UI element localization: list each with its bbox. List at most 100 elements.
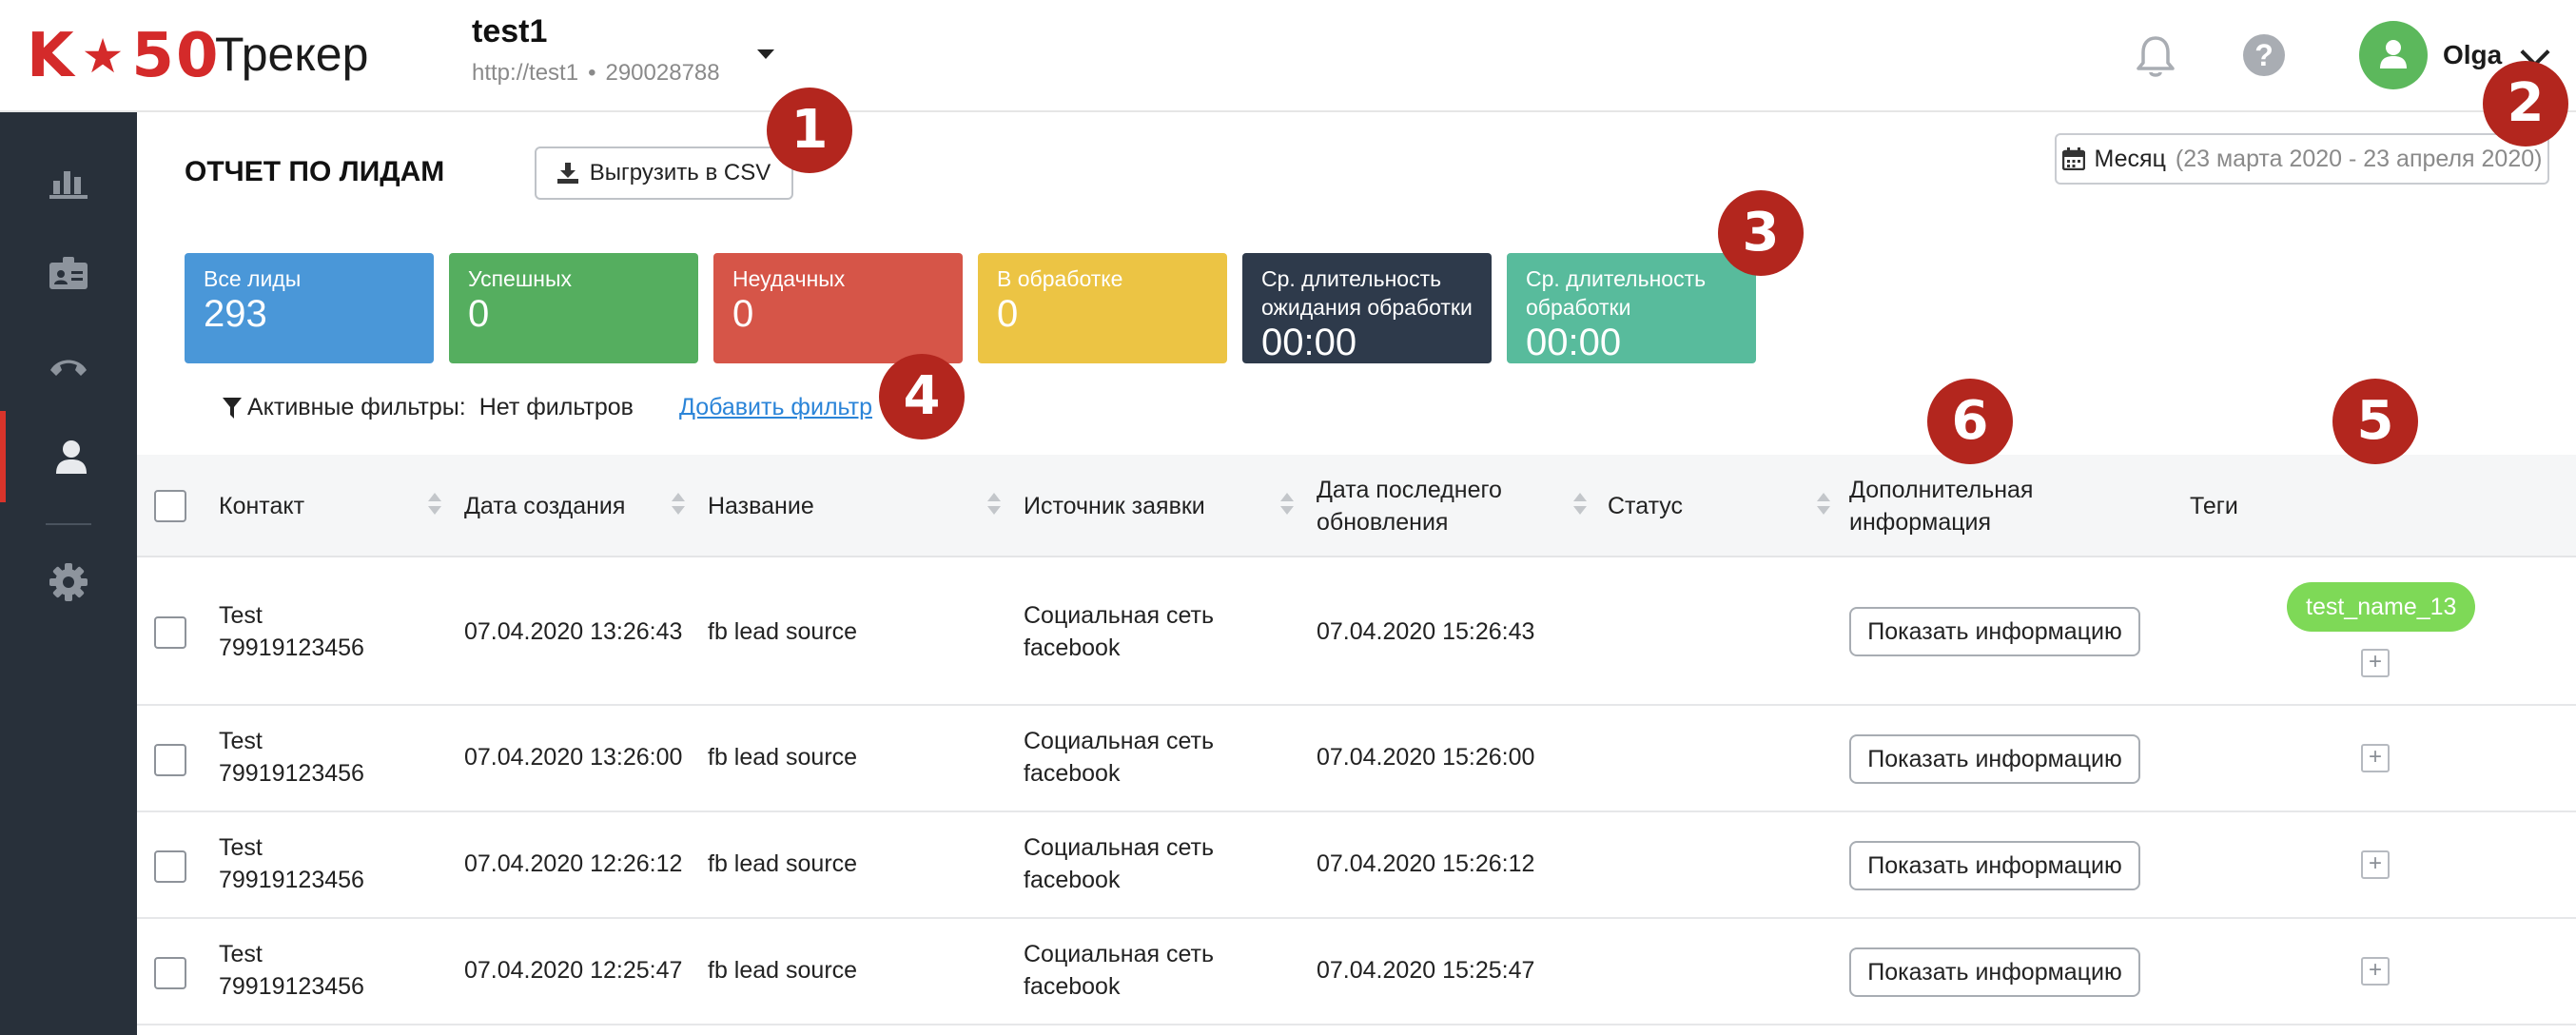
project-name: test1 [472, 13, 548, 49]
stat-card-failed[interactable]: Неудачных 0 [713, 253, 963, 363]
row-checkbox[interactable] [154, 850, 186, 883]
annotation-marker-6: 6 [1927, 379, 2013, 464]
top-bar: K ★ 50 Трекер test1 http://test1 • 2900287… [0, 0, 2576, 112]
help-icon[interactable]: ? [2243, 34, 2285, 76]
contact-name: Test [219, 834, 263, 861]
name-cell: fb lead source [708, 957, 858, 984]
contact-cell: Test 79919123456 [219, 725, 364, 790]
column-header-updated[interactable]: Дата последнего обновления [1317, 455, 1535, 557]
sidebar-item-calls[interactable] [0, 320, 137, 411]
show-info-button[interactable]: Показать информацию [1849, 607, 2140, 656]
contact-name: Test [219, 602, 263, 629]
export-csv-button[interactable]: Выгрузить в CSV [535, 146, 793, 200]
user-avatar-icon [2380, 40, 2407, 68]
contact-cell: Test 79919123456 [219, 938, 364, 1003]
table-row[interactable]: Test 79919123456 07.04.2020 12:25:47 fb … [137, 919, 2576, 1025]
sort-icon[interactable] [1280, 493, 1294, 519]
table-row[interactable]: Test 79919123456 07.04.2020 13:26:00 fb … [137, 706, 2576, 812]
user-icon [56, 440, 87, 474]
column-header-label: Источник заявки [1024, 493, 1205, 519]
contact-name: Test [219, 728, 263, 754]
contact-phone: 79919123456 [219, 973, 364, 1000]
stat-card-all-leads[interactable]: Все лиды 293 [185, 253, 434, 363]
add-filter-link[interactable]: Добавить фильтр [679, 394, 872, 421]
column-header-source[interactable]: Источник заявки [1024, 455, 1271, 557]
column-header-label: Дата последнего обновления [1317, 477, 1502, 536]
name-cell: fb lead source [708, 744, 858, 771]
contact-cell: Test 79919123456 [219, 599, 364, 664]
source-cell: Социальная сеть facebook [1024, 728, 1214, 787]
add-tag-button[interactable]: + [2361, 744, 2390, 772]
column-header-status[interactable]: Статус [1608, 455, 1798, 557]
contact-phone: 79919123456 [219, 867, 364, 893]
contact-cell: Test 79919123456 [219, 831, 364, 896]
column-header-name[interactable]: Название [708, 455, 917, 557]
app-root: K ★ 50 Трекер test1 http://test1 • 2900287… [0, 0, 2576, 1035]
stat-value: 0 [732, 293, 754, 335]
stat-card-avg-processing[interactable]: Ср. длительность обработки 00:00 [1507, 253, 1756, 363]
stat-value: 00:00 [1526, 322, 1622, 363]
sort-icon[interactable] [1817, 493, 1830, 519]
column-header-tags: Теги [2190, 455, 2380, 557]
source-cell: Социальная сеть facebook [1024, 941, 1214, 1000]
date-range-label: (23 марта 2020 - 23 апреля 2020) [2175, 145, 2543, 172]
show-info-button[interactable]: Показать информацию [1849, 947, 2140, 997]
row-checkbox[interactable] [154, 744, 186, 776]
show-info-button[interactable]: Показать информацию [1849, 734, 2140, 784]
sort-icon[interactable] [672, 493, 685, 519]
row-checkbox[interactable] [154, 616, 186, 649]
column-header-label: Контакт [219, 493, 305, 519]
column-header-label: Название [708, 493, 814, 519]
stat-value: 0 [468, 293, 490, 335]
sidebar-item-reports[interactable] [0, 137, 137, 228]
table-row[interactable]: Test 79919123456 07.04.2020 12:26:12 fb … [137, 812, 2576, 919]
select-all-checkbox[interactable] [154, 490, 186, 522]
calendar-icon [2061, 147, 2085, 170]
stat-label: Все лиды [204, 266, 302, 291]
page-title: ОТЧЕТ ПО ЛИДАМ [185, 156, 445, 187]
sidebar-item-leads[interactable] [0, 411, 137, 502]
column-header-created[interactable]: Дата создания [464, 455, 673, 557]
sort-icon[interactable] [1573, 493, 1587, 519]
funnel-icon [223, 397, 242, 419]
column-header-contact[interactable]: Контакт [219, 455, 409, 557]
updated-cell: 07.04.2020 15:26:00 [1317, 744, 1535, 771]
date-period-label: Месяц [2094, 145, 2166, 172]
add-tag-button[interactable]: + [2361, 850, 2390, 879]
gear-icon [49, 563, 88, 601]
add-tag-button[interactable]: + [2361, 957, 2390, 986]
show-info-button[interactable]: Показать информацию [1849, 841, 2140, 890]
stat-value: 00:00 [1261, 322, 1357, 363]
project-separator: • [588, 60, 596, 86]
logo-text-right: 50 [131, 21, 221, 91]
sidebar-item-settings[interactable] [0, 537, 137, 628]
bell-icon[interactable] [2135, 34, 2176, 80]
user-name[interactable]: Olga [2443, 40, 2502, 70]
sort-icon[interactable] [987, 493, 1001, 519]
tag-badge[interactable]: test_name_13 [2287, 582, 2476, 632]
avatar[interactable] [2359, 21, 2428, 89]
logo[interactable]: K ★ 50 [27, 21, 221, 91]
caret-down-icon[interactable] [757, 49, 774, 59]
table-row[interactable]: Test 79919123456 07.04.2020 13:26:43 fb … [137, 557, 2576, 706]
column-header-label: Статус [1608, 493, 1684, 519]
created-cell: 07.04.2020 13:26:00 [464, 744, 683, 771]
add-tag-button[interactable]: + [2361, 649, 2390, 677]
logo-star-icon: ★ [81, 29, 127, 84]
active-filters-value: Нет фильтров [478, 394, 634, 420]
column-header-label: Дополнительная информация [1849, 477, 2034, 536]
stat-card-in-progress[interactable]: В обработке 0 [978, 253, 1227, 363]
project-details: http://test1 • 290028788 [472, 60, 720, 87]
sidebar-item-contacts[interactable] [0, 228, 137, 320]
stat-card-avg-wait[interactable]: Ср. длительность ожидания обработки 00:0… [1242, 253, 1492, 363]
sort-icon[interactable] [428, 493, 441, 519]
logo-text-left: K [27, 21, 76, 91]
active-filters: Активные фильтры: Нет фильтров [223, 394, 634, 421]
date-range-picker[interactable]: Месяц (23 марта 2020 - 23 апреля 2020) [2055, 133, 2549, 185]
project-selector[interactable]: test1 http://test1 • 290028788 [472, 13, 720, 87]
annotation-marker-4: 4 [879, 354, 965, 439]
stat-card-successful[interactable]: Успешных 0 [449, 253, 698, 363]
active-filters-label: Активные фильтры: [247, 394, 466, 420]
row-checkbox[interactable] [154, 957, 186, 989]
annotation-marker-3: 3 [1718, 190, 1804, 276]
